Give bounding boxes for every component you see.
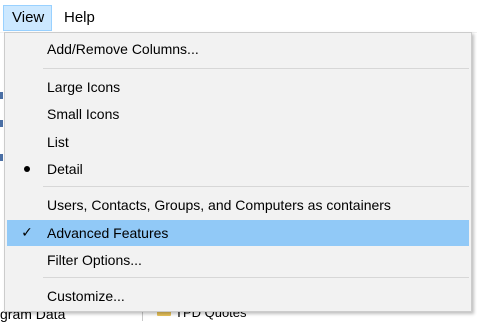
menu-item-detail[interactable]: Detail: [7, 156, 469, 182]
menu-bar: View Help: [0, 0, 477, 33]
menu-item-label: Filter Options...: [47, 252, 142, 268]
menu-separator: [43, 277, 469, 278]
view-dropdown-menu: Add/Remove Columns... Large Icons Small …: [4, 32, 472, 312]
menu-help[interactable]: Help: [56, 5, 103, 31]
menu-item-label: List: [47, 134, 69, 150]
background-tree-marker: [0, 92, 3, 99]
menu-item-label: Customize...: [47, 288, 125, 304]
menu-item-small-icons[interactable]: Small Icons: [7, 101, 469, 127]
menu-separator: [43, 68, 469, 69]
menu-separator: [43, 186, 469, 187]
menu-item-label: Add/Remove Columns...: [47, 41, 199, 57]
menu-item-label: Users, Contacts, Groups, and Computers a…: [47, 197, 391, 213]
menu-item-label: Advanced Features: [47, 225, 169, 241]
menu-item-advanced-features[interactable]: ✓ Advanced Features: [7, 220, 469, 246]
menu-item-list[interactable]: List: [7, 129, 469, 155]
menu-item-label: Large Icons: [47, 79, 121, 95]
menu-item-add-remove-columns[interactable]: Add/Remove Columns...: [7, 36, 469, 62]
menu-view[interactable]: View: [3, 5, 52, 31]
menu-item-large-icons[interactable]: Large Icons: [7, 74, 469, 100]
background-tree-marker: [0, 120, 3, 127]
checkmark-icon: ✓: [21, 225, 33, 241]
menu-item-label: Small Icons: [47, 106, 120, 122]
menu-item-containers[interactable]: Users, Contacts, Groups, and Computers a…: [7, 192, 469, 218]
background-tree-marker: [0, 154, 3, 161]
menu-item-customize[interactable]: Customize...: [7, 283, 469, 309]
menu-item-filter-options[interactable]: Filter Options...: [7, 247, 469, 273]
menu-item-label: Detail: [47, 161, 83, 177]
